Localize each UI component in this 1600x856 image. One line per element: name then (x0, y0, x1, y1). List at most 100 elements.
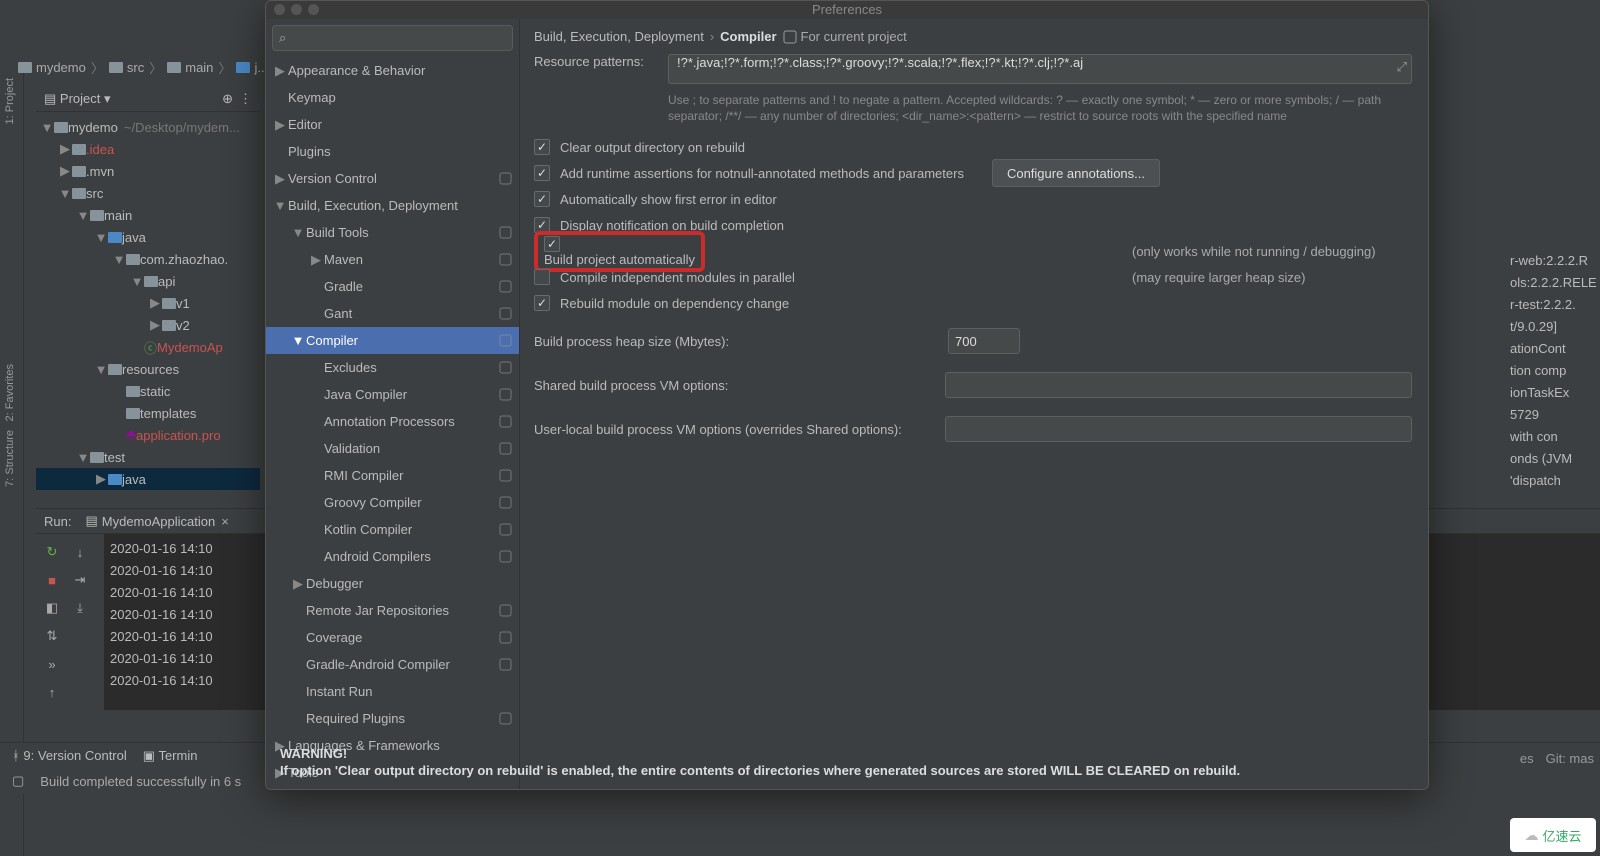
preferences-nav-list[interactable]: ▶Appearance & BehaviorKeymap▶EditorPlugi… (266, 57, 519, 789)
checkbox-label[interactable]: Automatically show first error in editor (560, 192, 777, 207)
checkbox-label[interactable]: Compile independent modules in parallel (560, 270, 795, 285)
checkbox-label[interactable]: Build project automatically (544, 252, 695, 267)
terminal-tab[interactable]: ▣ Termin (143, 748, 198, 764)
nav-item[interactable]: Required Plugins (266, 705, 519, 732)
nav-item[interactable]: Java Compiler (266, 381, 519, 408)
collapse-icon[interactable]: ⊕ (222, 91, 233, 107)
nav-item[interactable]: Gradle-Android Compiler (266, 651, 519, 678)
disclosure-arrow[interactable]: ▶ (308, 252, 324, 268)
up-icon[interactable]: ↑ (40, 680, 64, 704)
breadcrumb-item[interactable]: src (109, 60, 144, 75)
tree-row[interactable]: ⓒ MydemoAp (36, 336, 260, 358)
nav-item[interactable]: Plugins (266, 138, 519, 165)
checkbox[interactable] (534, 139, 550, 155)
resource-patterns-field[interactable]: !?*.java;!?*.form;!?*.class;!?*.groovy;!… (668, 54, 1412, 84)
nav-item[interactable]: Excludes (266, 354, 519, 381)
disclosure-arrow[interactable]: ▼ (290, 333, 306, 348)
disclosure-arrow[interactable]: ▶ (148, 295, 162, 311)
checkbox[interactable] (534, 191, 550, 207)
configure-annotations-button[interactable]: Configure annotations... (992, 159, 1160, 187)
checkbox[interactable] (544, 236, 560, 252)
run-tab[interactable]: ▤ MydemoApplication× (79, 511, 234, 531)
wrap-icon[interactable]: ⇥ (68, 568, 92, 592)
disclosure-arrow[interactable]: ▼ (290, 225, 306, 240)
disclosure-arrow[interactable]: ▼ (76, 450, 90, 465)
breadcrumb-item[interactable]: j... (236, 60, 268, 75)
more-icon[interactable]: » (40, 652, 64, 676)
down-icon[interactable]: ↓ (68, 540, 92, 564)
nav-item[interactable]: Annotation Processors (266, 408, 519, 435)
disclosure-arrow[interactable]: ▼ (272, 198, 288, 213)
disclosure-arrow[interactable]: ▶ (272, 171, 288, 187)
disclosure-arrow[interactable]: ▼ (130, 274, 144, 289)
tree-row[interactable]: ▼ test (36, 446, 260, 468)
disclosure-arrow[interactable]: ▼ (58, 186, 72, 201)
tree-row[interactable]: ▼ mydemo ~/Desktop/mydem... (36, 116, 260, 138)
disclosure-arrow[interactable]: ▶ (148, 317, 162, 333)
nav-item[interactable]: Kotlin Compiler (266, 516, 519, 543)
checkbox-label[interactable]: Rebuild module on dependency change (560, 296, 789, 311)
disclosure-arrow[interactable]: ▼ (94, 230, 108, 245)
checkbox[interactable] (534, 269, 550, 285)
version-control-tab[interactable]: ᚼ 9: Version Control (12, 748, 127, 763)
nav-item[interactable]: RMI Compiler (266, 462, 519, 489)
tree-row[interactable]: ▼ src (36, 182, 260, 204)
nav-item[interactable]: Gradle (266, 273, 519, 300)
disclosure-arrow[interactable]: ▼ (76, 208, 90, 223)
preferences-search[interactable]: ⌕ (272, 25, 513, 51)
checkbox[interactable] (534, 165, 550, 181)
tree-row[interactable]: ▶ .idea (36, 138, 260, 160)
nav-item[interactable]: ▶Appearance & Behavior (266, 57, 519, 84)
tool-tab-structure[interactable]: 7: Structure (4, 430, 16, 487)
user-vm-field[interactable] (945, 416, 1412, 442)
tree-row[interactable]: templates (36, 402, 260, 424)
tree-row[interactable]: ▼ java (36, 226, 260, 248)
checkbox-label[interactable]: Add runtime assertions for notnull-annot… (560, 166, 964, 181)
checkbox-label[interactable]: Clear output directory on rebuild (560, 140, 745, 155)
disclosure-arrow[interactable]: ▼ (112, 252, 126, 267)
tree-row[interactable]: ▼ com.zhaozhao. (36, 248, 260, 270)
disclosure-arrow[interactable]: ▶ (94, 471, 108, 487)
nav-item[interactable]: Gant (266, 300, 519, 327)
disclosure-arrow[interactable]: ▶ (290, 576, 306, 592)
git-branch[interactable]: Git: mas (1546, 751, 1594, 766)
nav-item[interactable]: Validation (266, 435, 519, 462)
tree-row[interactable]: ▶ v1 (36, 292, 260, 314)
disclosure-arrow[interactable]: ▼ (94, 362, 108, 377)
shared-vm-field[interactable] (945, 372, 1412, 398)
breadcrumb-item[interactable]: main (167, 60, 213, 75)
nav-item[interactable]: Instant Run (266, 678, 519, 705)
rerun-icon[interactable]: ↻ (40, 540, 64, 564)
checkbox[interactable] (534, 295, 550, 311)
tree-row[interactable]: ▼ resources (36, 358, 260, 380)
toggle-icon[interactable]: ⇅ (40, 624, 64, 648)
disclosure-arrow[interactable]: ▶ (58, 163, 72, 179)
nav-item[interactable]: ▼Build, Execution, Deployment (266, 192, 519, 219)
nav-item[interactable]: ▼Compiler (266, 327, 519, 354)
disclosure-arrow[interactable]: ▶ (58, 141, 72, 157)
breadcrumb-item[interactable]: mydemo (18, 60, 86, 75)
stop-icon[interactable]: ■ (40, 568, 64, 592)
nav-item[interactable]: ▶Version Control (266, 165, 519, 192)
tree-row[interactable]: ⬘ application.pro (36, 424, 260, 446)
nav-item[interactable]: Remote Jar Repositories (266, 597, 519, 624)
disclosure-arrow[interactable]: ▶ (272, 63, 288, 79)
tool-tab-favorites[interactable]: 2: Favorites (4, 364, 16, 421)
tool-tab-project[interactable]: 1: Project (4, 78, 16, 124)
nav-item[interactable]: Keymap (266, 84, 519, 111)
status-es[interactable]: es (1520, 751, 1534, 766)
tree-row[interactable]: ▼ api (36, 270, 260, 292)
tree-row[interactable]: static (36, 380, 260, 402)
nav-item[interactable]: Android Compilers (266, 543, 519, 570)
tree-row[interactable]: ▼ main (36, 204, 260, 226)
tree-row[interactable]: ▶ v2 (36, 314, 260, 336)
close-icon[interactable]: × (221, 514, 229, 529)
nav-item[interactable]: Coverage (266, 624, 519, 651)
scroll-icon[interactable]: ⤓ (68, 596, 92, 620)
nav-item[interactable]: ▶Editor (266, 111, 519, 138)
window-controls[interactable] (274, 4, 319, 15)
disclosure-arrow[interactable]: ▶ (272, 117, 288, 133)
search-input[interactable] (286, 31, 506, 46)
settings-icon[interactable]: ⋮ (239, 91, 252, 107)
project-tree[interactable]: ▼ mydemo ~/Desktop/mydem...▶ .idea▶ .mvn… (36, 112, 260, 494)
